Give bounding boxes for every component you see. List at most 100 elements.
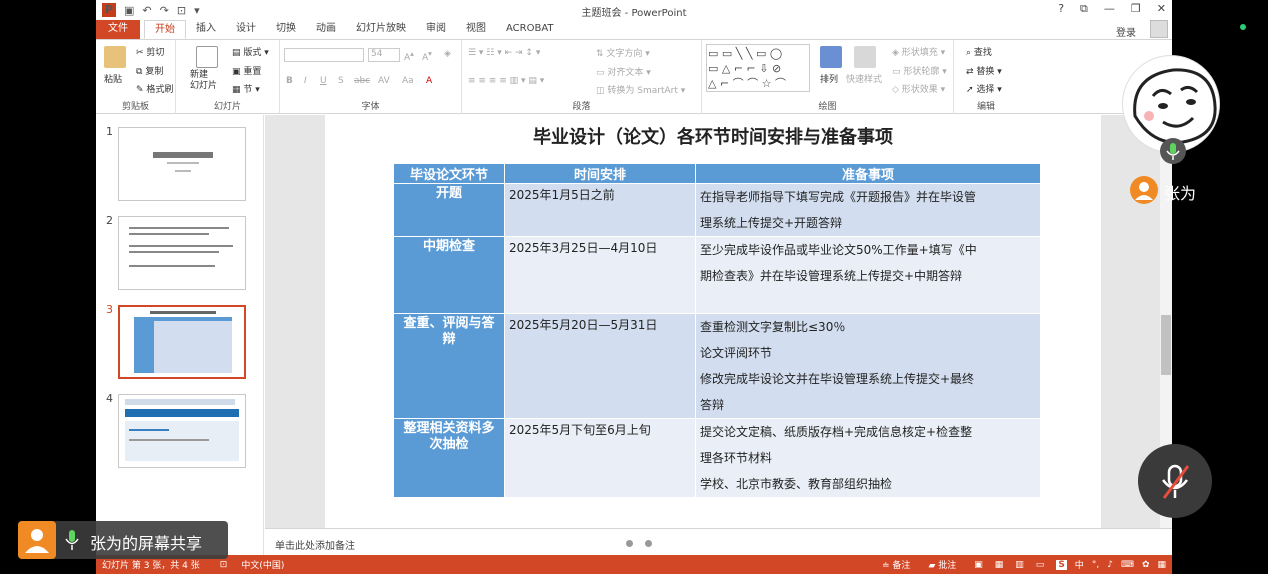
- normal-view-icon[interactable]: ▣: [974, 560, 983, 570]
- layout-button[interactable]: ▤ 版式 ▾: [232, 45, 269, 58]
- notes-pane[interactable]: 单击此处添加备注: [265, 528, 1172, 555]
- smartart-button[interactable]: ◫ 转换为 SmartArt ▾: [596, 83, 685, 96]
- spellcheck-icon[interactable]: ⊡: [220, 560, 228, 570]
- arrange-icon[interactable]: [820, 46, 842, 68]
- underline-button[interactable]: U: [320, 76, 327, 86]
- tab-animations[interactable]: 动画: [306, 20, 346, 39]
- strikethrough-button[interactable]: abc: [354, 76, 370, 86]
- paste-icon[interactable]: [104, 46, 126, 68]
- paste-button[interactable]: 粘贴: [104, 72, 122, 85]
- align-text-label: 对齐文本: [607, 68, 644, 78]
- slide-thumbnail-4[interactable]: [118, 394, 246, 468]
- tab-view[interactable]: 视图: [456, 20, 496, 39]
- close-button[interactable]: ✕: [1157, 2, 1166, 16]
- slide-thumbnail-1[interactable]: [118, 127, 246, 201]
- account-avatar[interactable]: [1150, 20, 1168, 38]
- slideshow-icon[interactable]: ▭: [1036, 560, 1045, 570]
- font-size-select[interactable]: 54: [368, 48, 400, 62]
- tab-slideshow[interactable]: 幻灯片放映: [346, 20, 416, 39]
- mute-toggle-button[interactable]: [1138, 444, 1212, 518]
- window-controls: ? ⧉ — ❐ ✕: [1058, 2, 1166, 16]
- slide-sorter-icon[interactable]: ▦: [995, 560, 1004, 570]
- align-text-button[interactable]: ▭ 对齐文本 ▾: [596, 65, 651, 78]
- section-button[interactable]: ▦ 节 ▾: [232, 82, 260, 95]
- shape-fill-button[interactable]: ◈ 形状填充 ▾: [892, 45, 945, 58]
- toolbox-icon[interactable]: ▦: [1157, 560, 1166, 570]
- reading-view-icon[interactable]: ▥: [1015, 560, 1024, 570]
- shrink-font-icon[interactable]: A▾: [422, 49, 432, 63]
- customize-toolbar-icon[interactable]: ▾: [194, 4, 200, 17]
- char-spacing-button[interactable]: AV: [378, 76, 390, 86]
- format-painter-button[interactable]: ✎ 格式刷: [136, 82, 173, 95]
- ribbon-display-button[interactable]: ⧉: [1080, 2, 1088, 16]
- save-icon[interactable]: ▣: [124, 4, 134, 17]
- quick-styles-icon[interactable]: [854, 46, 876, 68]
- tab-review[interactable]: 审阅: [416, 20, 456, 39]
- keyboard-icon[interactable]: ⌨: [1121, 560, 1134, 570]
- select-button[interactable]: ➚ 选择 ▾: [966, 82, 1002, 95]
- thumbnail-number-selected: 3: [106, 303, 113, 316]
- thumb-nav-bar: [125, 409, 239, 417]
- bullets-icon[interactable]: ☰ ▾ ☷ ▾ ⇤ ⇥ ↕ ▾: [468, 48, 540, 58]
- shape-outline-button[interactable]: ▭ 形状轮廓 ▾: [892, 64, 947, 77]
- shadow-button[interactable]: S: [338, 76, 344, 86]
- font-family-select[interactable]: [284, 48, 364, 62]
- replace-button[interactable]: ⇄ 替换 ▾: [966, 64, 1002, 77]
- smartart-label: 转换为 SmartArt: [607, 86, 678, 96]
- italic-button[interactable]: I: [304, 76, 307, 86]
- language-indicator[interactable]: 中文(中国): [241, 558, 284, 571]
- reset-button[interactable]: ▣ 重置: [232, 64, 261, 77]
- tab-transitions[interactable]: 切换: [266, 20, 306, 39]
- notes-toggle[interactable]: ≐ 备注: [882, 558, 910, 571]
- quick-styles-button[interactable]: 快速样式: [846, 72, 882, 85]
- comments-toggle[interactable]: ▰ 批注: [928, 558, 956, 571]
- tab-insert[interactable]: 插入: [186, 20, 226, 39]
- find-button[interactable]: ⌕ 查找: [966, 45, 992, 58]
- bold-button[interactable]: B: [286, 76, 293, 86]
- tab-acrobat[interactable]: ACROBAT: [496, 20, 564, 39]
- clear-format-icon[interactable]: ◈: [444, 49, 451, 59]
- tab-file[interactable]: 文件: [96, 20, 140, 39]
- shape-effects-button[interactable]: ◇ 形状效果 ▾: [892, 82, 945, 95]
- change-case-button[interactable]: Aa: [402, 76, 414, 86]
- ime-mode[interactable]: 中: [1075, 558, 1084, 571]
- font-color-button[interactable]: A: [426, 76, 432, 86]
- new-slide-button[interactable]: 新建 幻灯片: [190, 70, 217, 92]
- prep-line: 在指导老师指导下填写完成《开题报告》并在毕设管: [700, 190, 977, 204]
- share-text: 张为的屏幕共享: [90, 534, 203, 553]
- skin-icon[interactable]: ✿: [1142, 560, 1150, 570]
- slide-counter: 幻灯片 第 3 张，共 4 张: [102, 561, 200, 571]
- tab-home[interactable]: 开始: [144, 20, 186, 39]
- minimize-button[interactable]: —: [1104, 2, 1115, 16]
- align-icons[interactable]: ≡ ≡ ≡ ≡ ▥ ▾ ▤ ▾: [468, 76, 544, 86]
- copy-button[interactable]: ⧉ 复制: [136, 64, 163, 77]
- arrange-button[interactable]: 排列: [820, 72, 838, 85]
- page-dot: [645, 540, 652, 547]
- slide-canvas[interactable]: 毕业设计（论文）各环节时间安排与准备事项 毕设论文环节 时间安排 准备事项 开题…: [325, 115, 1101, 528]
- start-from-beginning-icon[interactable]: ⊡: [177, 4, 186, 17]
- prep-line: 论文评阅环节: [700, 346, 773, 360]
- grow-font-icon[interactable]: A▴: [404, 49, 414, 63]
- binoculars-icon: ⌕: [966, 48, 972, 58]
- shapes-gallery[interactable]: ▭ ▭ ╲ ╲ ▭ ◯ ▭ △ ⌐ ⌐ ⇩ ⊘ △ ⌐ ⌒ ⌒ ☆ ⌒: [706, 44, 810, 92]
- schedule-table[interactable]: 毕设论文环节 时间安排 准备事项 开题 2025年1月5日之前 在指导老师指导下…: [393, 163, 1041, 498]
- undo-icon[interactable]: ↶: [142, 4, 151, 17]
- slide-thumbnail-3[interactable]: [118, 305, 246, 379]
- login-link[interactable]: 登录: [1116, 24, 1136, 39]
- tab-design[interactable]: 设计: [226, 20, 266, 39]
- text-direction-label: 文字方向: [606, 49, 643, 59]
- scrollbar-thumb[interactable]: [1161, 315, 1171, 375]
- text-direction-button[interactable]: ⇅ 文字方向 ▾: [596, 46, 650, 59]
- prep-cell: 在指导老师指导下填写完成《开题报告》并在毕设管 理系统上传提交+开题答辩: [695, 183, 1041, 237]
- redo-icon[interactable]: ↷: [160, 4, 169, 17]
- voice-input-icon[interactable]: ♪: [1107, 560, 1113, 570]
- slide-thumbnail-2[interactable]: [118, 216, 246, 290]
- ime-logo-icon[interactable]: S: [1056, 559, 1067, 570]
- new-slide-icon[interactable]: [196, 46, 218, 68]
- cut-button[interactable]: ✂ 剪切: [136, 45, 164, 58]
- help-button[interactable]: ?: [1058, 2, 1064, 16]
- punctuation-icon[interactable]: °,: [1092, 560, 1099, 570]
- restore-button[interactable]: ❐: [1131, 2, 1141, 16]
- slide-title[interactable]: 毕业设计（论文）各环节时间安排与准备事项: [325, 123, 1101, 149]
- font-group: 54 A▴ A▾ ◈ B I U S abc AV Aa A 字体: [280, 40, 462, 114]
